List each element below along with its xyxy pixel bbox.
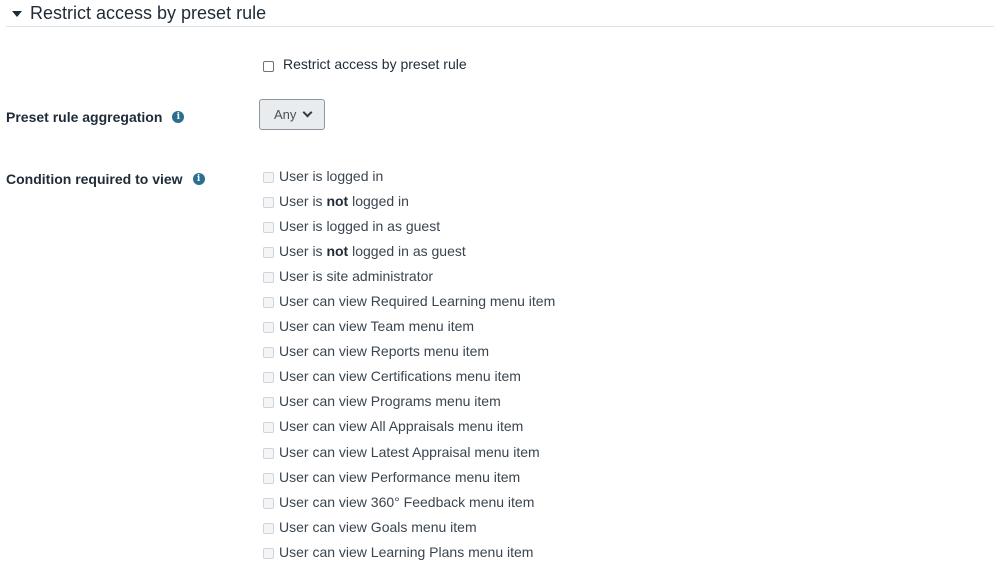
condition-label: User is logged in — [279, 167, 384, 184]
condition-label: User can view Goals menu item — [279, 518, 477, 535]
condition-label: User can view Learning Plans menu item — [279, 543, 534, 560]
condition-item: User is not logged in as guest — [263, 238, 555, 263]
condition-item: User can view All Appraisals menu item — [263, 414, 555, 439]
condition-checkbox[interactable] — [263, 472, 274, 484]
condition-checkbox[interactable] — [263, 347, 274, 359]
condition-checkbox[interactable] — [263, 271, 274, 283]
condition-item: User can view Latest Appraisal menu item — [263, 439, 555, 464]
condition-item: User can view Reports menu item — [263, 339, 555, 364]
condition-checkbox[interactable] — [263, 447, 274, 459]
enable-restriction-checkbox-row[interactable]: Restrict access by preset rule — [263, 56, 467, 72]
condition-checkbox[interactable] — [263, 422, 274, 434]
condition-checkbox[interactable] — [263, 322, 274, 334]
condition-label: User can view Required Learning menu ite… — [279, 293, 556, 310]
condition-label: User can view 360° Feedback menu item — [279, 493, 535, 510]
condition-label: User can view Latest Appraisal menu item — [279, 443, 540, 460]
condition-label: User can view Team menu item — [279, 318, 475, 335]
condition-checkbox[interactable] — [263, 522, 274, 534]
condition-item: User is logged in as guest — [263, 213, 555, 238]
aggregation-select[interactable]: Any — [259, 99, 325, 130]
condition-label: User can view Reports menu item — [279, 343, 490, 360]
condition-item: User is logged in — [263, 163, 555, 188]
condition-checkbox[interactable] — [263, 196, 274, 208]
condition-checkbox[interactable] — [263, 497, 274, 509]
section-header: Restrict access by preset rule — [6, 0, 994, 27]
condition-label: User is not logged in as guest — [279, 242, 466, 259]
section-collapse-toggle[interactable]: Restrict access by preset rule — [6, 0, 266, 26]
condition-label: User can view Performance menu item — [279, 468, 521, 485]
condition-checkbox[interactable] — [263, 547, 274, 559]
condition-checkbox[interactable] — [263, 397, 274, 409]
conditions-label-group: Condition required to view i — [6, 171, 205, 187]
condition-checkbox[interactable] — [263, 171, 274, 183]
enable-restriction-label: Restrict access by preset rule — [283, 56, 467, 72]
condition-label: User is logged in as guest — [279, 217, 441, 234]
condition-item: User is not logged in — [263, 188, 555, 213]
info-icon[interactable]: i — [192, 173, 205, 185]
condition-label: User can view Programs menu item — [279, 393, 501, 410]
caret-down-icon — [12, 11, 22, 17]
conditions-label: Condition required to view — [6, 171, 183, 187]
condition-checkbox[interactable] — [263, 372, 274, 384]
condition-label: User can view All Appraisals menu item — [279, 418, 524, 435]
condition-item: User can view Programs menu item — [263, 389, 555, 414]
condition-label: User is not logged in — [279, 192, 409, 209]
condition-item: User can view Performance menu item — [263, 464, 555, 489]
condition-item: User can view 360° Feedback menu item — [263, 489, 555, 514]
condition-item: User can view Learning Plans menu item — [263, 539, 555, 564]
condition-item: User is site administrator — [263, 263, 555, 288]
condition-checkbox[interactable] — [263, 297, 274, 309]
condition-label: User is site administrator — [279, 267, 434, 284]
condition-item: User can view Goals menu item — [263, 514, 555, 539]
condition-label: User can view Certifications menu item — [279, 368, 521, 385]
condition-item: User can view Certifications menu item — [263, 364, 555, 389]
condition-item: User can view Required Learning menu ite… — [263, 288, 555, 313]
condition-checkbox[interactable] — [263, 246, 274, 258]
aggregation-label-group: Preset rule aggregation i — [6, 109, 185, 125]
chevron-down-icon — [302, 107, 313, 118]
condition-item: User can view Team menu item — [263, 314, 555, 339]
section-title: Restrict access by preset rule — [30, 3, 267, 23]
conditions-list: User is logged in User is not logged in Us… — [263, 163, 555, 565]
info-icon[interactable]: i — [172, 111, 185, 123]
enable-restriction-checkbox[interactable] — [263, 60, 274, 72]
aggregation-label: Preset rule aggregation — [6, 109, 163, 125]
restrict-access-form: Restrict access by preset rule Restrict … — [0, 0, 1004, 572]
condition-checkbox[interactable] — [263, 221, 274, 233]
aggregation-selected-value: Any — [274, 107, 297, 122]
